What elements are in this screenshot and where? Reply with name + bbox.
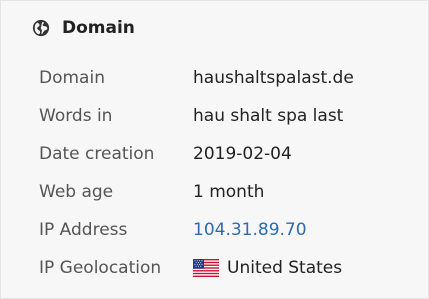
globe-icon	[32, 19, 50, 37]
ip-address-link[interactable]: 104.31.89.70	[193, 220, 307, 240]
card-title: Domain	[62, 18, 135, 38]
row-label: Web age	[39, 182, 114, 202]
row-label: Date creation	[39, 144, 155, 164]
row-words-in: Words in hau shalt spa last	[39, 97, 428, 135]
words-in-value: hau shalt spa last	[193, 106, 344, 126]
geolocation-value: United States	[193, 258, 342, 278]
us-flag-icon	[193, 259, 219, 277]
domain-info-list: Domain haushaltspalast.de Words in hau s…	[39, 59, 428, 287]
row-ip-geolocation: IP Geolocation United States	[39, 249, 428, 287]
row-label: IP Geolocation	[39, 258, 162, 278]
country-name: United States	[227, 258, 343, 278]
row-label: Words in	[39, 106, 113, 126]
domain-value: haushaltspalast.de	[193, 68, 354, 88]
domain-card: Domain Domain haushaltspalast.de Words i…	[0, 0, 429, 299]
row-date-creation: Date creation 2019-02-04	[39, 135, 428, 173]
web-age-value: 1 month	[193, 182, 265, 202]
row-ip-address: IP Address 104.31.89.70	[39, 211, 428, 249]
date-creation-value: 2019-02-04	[193, 144, 292, 164]
card-header: Domain	[32, 17, 135, 39]
row-label: IP Address	[39, 220, 128, 240]
row-label: Domain	[39, 68, 105, 88]
row-web-age: Web age 1 month	[39, 173, 428, 211]
row-domain: Domain haushaltspalast.de	[39, 59, 428, 97]
